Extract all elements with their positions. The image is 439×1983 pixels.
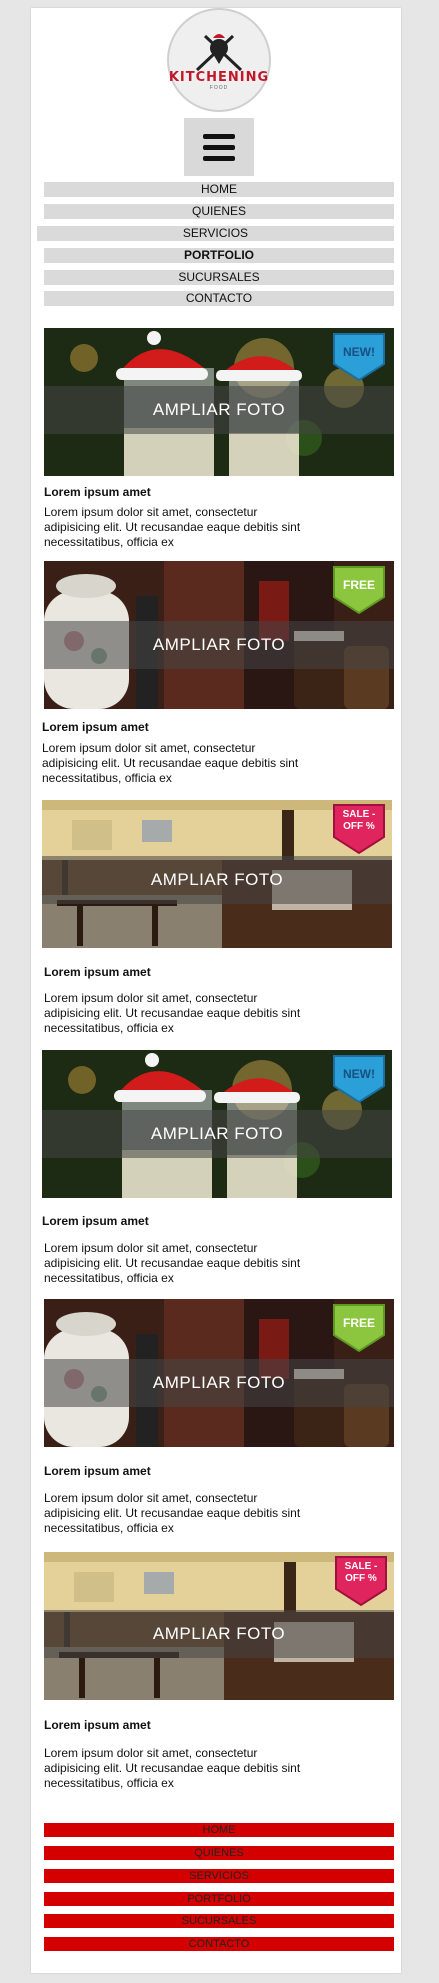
ampliar-foto-button[interactable]: AMPLIAR FOTO <box>44 1359 394 1407</box>
ampliar-foto-button[interactable]: AMPLIAR FOTO <box>42 1110 392 1158</box>
ampliar-foto-button[interactable]: AMPLIAR FOTO <box>44 1610 394 1658</box>
logo-subtitle: FOOD <box>209 84 229 91</box>
gallery-photo[interactable]: AMPLIAR FOTO NEW! <box>44 328 394 476</box>
gallery-photo[interactable]: AMPLIAR FOTO NEW! <box>42 1050 392 1198</box>
footer-nav-servicios[interactable]: SERVICIOS <box>44 1869 394 1883</box>
footer-nav-quienes[interactable]: QUIENES <box>44 1846 394 1860</box>
footer-nav-home[interactable]: HOME <box>44 1823 394 1837</box>
nav-quienes[interactable]: QUIENES <box>44 204 394 219</box>
card-text: Lorem ipsum dolor sit amet, consectetur … <box>44 1241 301 1285</box>
svg-text:FREE: FREE <box>343 578 375 592</box>
new-badge-icon: NEW! <box>333 1055 385 1104</box>
sale-badge-icon: SALE - OFF % <box>335 1556 387 1607</box>
hamburger-line <box>203 144 235 150</box>
card-text: Lorem ipsum dolor sit amet, consectetur … <box>44 991 301 1035</box>
gallery-photo[interactable]: AMPLIAR FOTO FREE <box>44 561 394 709</box>
hamburger-line <box>203 133 235 139</box>
free-badge-icon: FREE <box>333 1304 385 1353</box>
footer-nav-portfolio[interactable]: PORTFOLIO <box>44 1892 394 1906</box>
gallery-photo[interactable]: AMPLIAR FOTO SALE - OFF % <box>42 800 392 948</box>
hamburger-menu-button[interactable] <box>184 118 254 176</box>
svg-text:NEW!: NEW! <box>343 345 375 359</box>
nav-home[interactable]: HOME <box>44 182 394 197</box>
kitchening-logo[interactable]: KITCHENING FOOD <box>167 8 271 112</box>
chef-knives-icon <box>195 33 243 71</box>
card-title: Lorem ipsum amet <box>44 485 151 499</box>
sale-badge-icon: SALE - OFF % <box>333 804 385 855</box>
hamburger-line <box>203 155 235 161</box>
ampliar-foto-button[interactable]: AMPLIAR FOTO <box>44 621 394 669</box>
card-text: Lorem ipsum dolor sit amet, consectetur … <box>44 505 301 549</box>
card-title: Lorem ipsum amet <box>44 1718 151 1732</box>
footer-nav-sucursales[interactable]: SUCURSALES <box>44 1914 394 1928</box>
svg-text:FREE: FREE <box>343 1316 375 1330</box>
free-badge-icon: FREE <box>333 566 385 615</box>
gallery-photo[interactable]: AMPLIAR FOTO FREE <box>44 1299 394 1447</box>
card-text: Lorem ipsum dolor sit amet, consectetur … <box>42 741 299 785</box>
footer-nav-contacto[interactable]: CONTACTO <box>44 1937 394 1951</box>
card-text: Lorem ipsum dolor sit amet, consectetur … <box>44 1746 301 1790</box>
card-title: Lorem ipsum amet <box>44 965 151 979</box>
card-text: Lorem ipsum dolor sit amet, consectetur … <box>44 1491 301 1535</box>
ampliar-foto-button[interactable]: AMPLIAR FOTO <box>44 386 394 434</box>
nav-sucursales[interactable]: SUCURSALES <box>44 270 394 285</box>
gallery-photo[interactable]: AMPLIAR FOTO SALE - OFF % <box>44 1552 394 1700</box>
card-title: Lorem ipsum amet <box>44 1464 151 1478</box>
nav-contacto[interactable]: CONTACTO <box>44 291 394 306</box>
svg-text:NEW!: NEW! <box>343 1067 375 1081</box>
nav-portfolio[interactable]: PORTFOLIO <box>44 248 394 263</box>
card-title: Lorem ipsum amet <box>42 1214 149 1228</box>
page-container: KITCHENING FOOD HOME QUIENES SERVICIOS P… <box>31 8 401 1973</box>
logo-name: KITCHENING <box>168 69 270 85</box>
new-badge-icon: NEW! <box>333 333 385 382</box>
card-title: Lorem ipsum amet <box>42 720 149 734</box>
ampliar-foto-button[interactable]: AMPLIAR FOTO <box>42 856 392 904</box>
nav-servicios[interactable]: SERVICIOS <box>37 226 394 241</box>
